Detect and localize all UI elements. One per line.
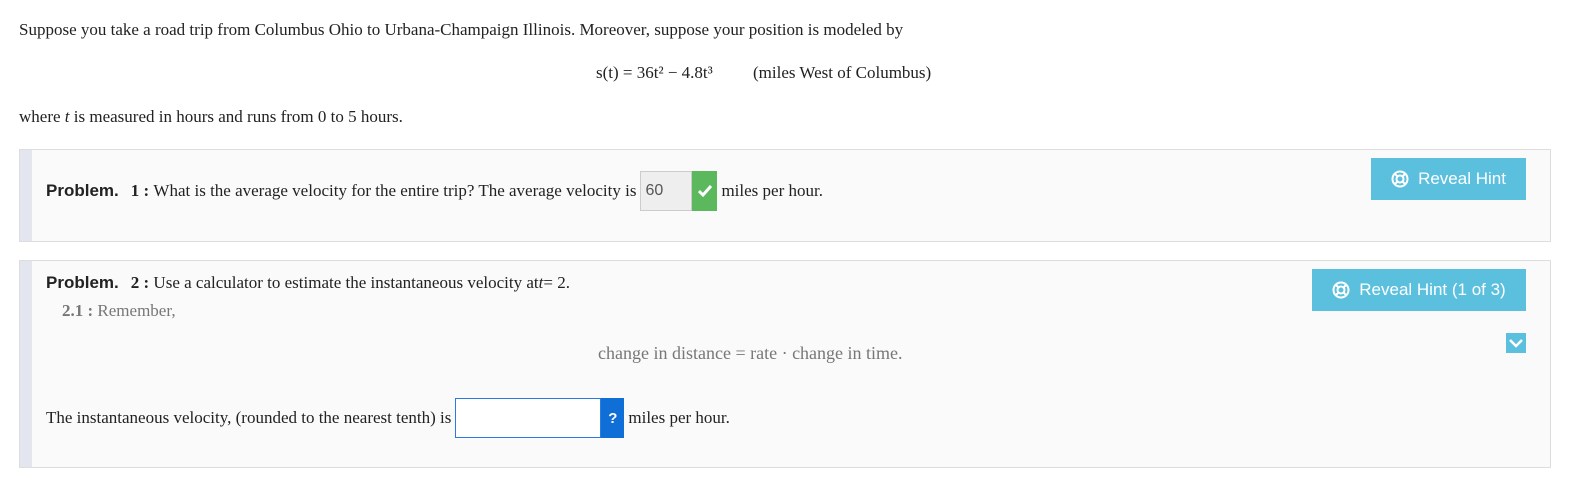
problem-1-panel: Problem. 1 : What is the average velocit…: [19, 149, 1551, 242]
equation-units: (miles West of Columbus): [752, 63, 932, 82]
subhint-text: Remember,: [97, 301, 176, 320]
where-suffix: is measured in hours and runs from 0 to …: [69, 107, 403, 126]
problem-2-answer-field[interactable]: [455, 398, 602, 438]
problem-2-answer-line: The instantaneous velocity, (rounded to …: [46, 398, 730, 438]
lifebuoy-icon: [1391, 170, 1409, 188]
reveal-hint-button[interactable]: Reveal Hint: [1371, 158, 1526, 200]
problem-2-line: Problem. 2 : Use a calculator to estimat…: [46, 273, 570, 293]
problem-1-answer-box: 60: [640, 171, 718, 211]
problem-2-panel: Problem. 2 : Use a calculator to estimat…: [19, 260, 1551, 468]
hint-formula: change in distance = rate · change in ti…: [598, 343, 903, 363]
problem-2-answer-box: ?: [455, 398, 625, 438]
problem-1-question: What is the average velocity for the ent…: [153, 181, 637, 200]
problem-1-line: Problem. 1 : What is the average velocit…: [46, 171, 823, 211]
where-prefix: where: [19, 107, 65, 126]
position-equation: s(t) = 36t² − 4.8t³ (miles West of Colum…: [596, 63, 931, 83]
chevron-down-icon[interactable]: [1506, 333, 1526, 353]
check-icon: [692, 171, 718, 211]
equation-lhs: s(t) = 36t² − 4.8t³: [596, 63, 713, 82]
lifebuoy-icon: [1332, 281, 1350, 299]
reveal-hint-label: Reveal Hint (1 of 3): [1359, 280, 1506, 299]
problem-2-number: 2 :: [130, 273, 150, 292]
problem-1-label: Problem.: [46, 181, 119, 200]
problem-1-unit: miles per hour.: [721, 181, 823, 200]
problem-2-question-prefix: Use a calculator to estimate the instant…: [153, 273, 539, 292]
problem-2-answer-prompt: The instantaneous velocity, (rounded to …: [46, 408, 452, 427]
panel-stripe: [20, 261, 32, 467]
problem-2-unit: miles per hour.: [628, 408, 730, 427]
problem-1-number: 1 :: [130, 181, 150, 200]
question-icon[interactable]: ?: [601, 398, 625, 438]
subhint-2-1: 2.1 : Remember,: [62, 301, 176, 321]
panel-stripe: [20, 150, 32, 241]
subhint-number: 2.1 :: [62, 301, 94, 320]
reveal-hint-label: Reveal Hint: [1418, 169, 1506, 188]
problem-2-label: Problem.: [46, 273, 119, 292]
intro-text: Suppose you take a road trip from Columb…: [19, 20, 904, 39]
reveal-hint-button[interactable]: Reveal Hint (1 of 3): [1312, 269, 1526, 311]
problem-1-answer-field[interactable]: 60: [640, 171, 693, 211]
where-text: where t is measured in hours and runs fr…: [19, 107, 403, 127]
problem-2-question-suffix: = 2.: [543, 273, 570, 292]
